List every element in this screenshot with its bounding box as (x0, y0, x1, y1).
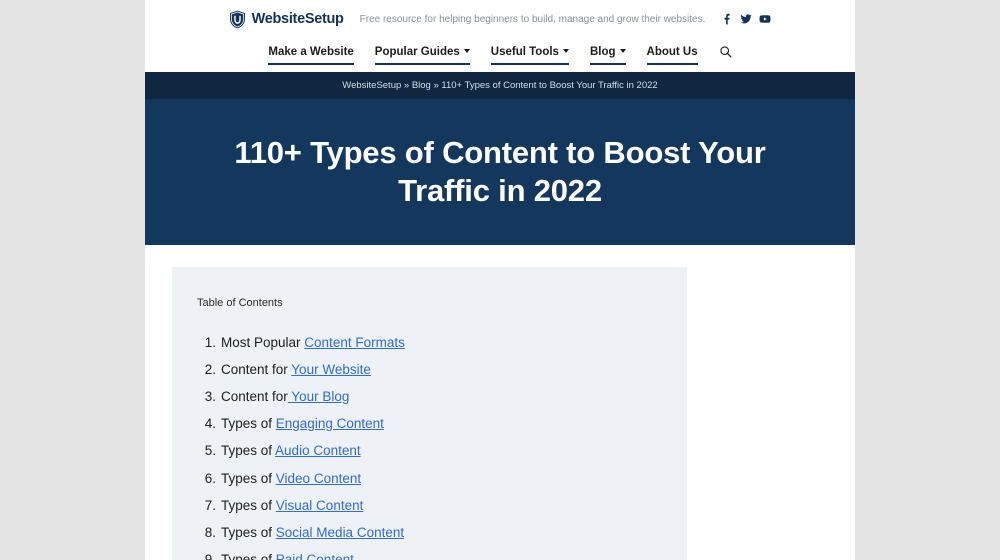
toc-link[interactable]: Engaging Content (276, 416, 384, 431)
toc-link[interactable]: Video Content (276, 471, 361, 486)
page-title: 110+ Types of Content to Boost Your Traf… (234, 134, 766, 208)
nav-item-about-us[interactable]: About Us (646, 45, 698, 65)
list-item[interactable]: 9. Types of Paid Content (172, 547, 687, 560)
search-icon (719, 46, 732, 58)
toc-link[interactable]: Your Website (291, 362, 371, 377)
toc-link[interactable]: Audio Content (275, 443, 361, 458)
table-of-contents: Table of Contents 1. Most Popular Conten… (172, 267, 687, 560)
toc-number: 7. (204, 497, 216, 513)
chevron-down-icon (562, 49, 569, 53)
youtube-icon[interactable] (759, 13, 771, 25)
toc-link[interactable]: Visual Content (276, 498, 364, 513)
toc-number: 1. (204, 334, 216, 350)
toc-prefix: Types of (221, 416, 276, 432)
toc-text: Most Popular Content Formats (221, 334, 405, 352)
toc-link[interactable]: Your Blog (288, 389, 349, 404)
nav-item-make-a-website[interactable]: Make a Website (268, 45, 355, 65)
toc-link[interactable]: Paid Content (276, 552, 354, 560)
toc-prefix: Types of (221, 443, 276, 459)
toc-number: 8. (204, 525, 216, 541)
nav-item-blog[interactable]: Blog (589, 45, 626, 65)
toc-number: 6. (204, 470, 216, 486)
article-body: Table of Contents 1. Most Popular Conten… (145, 245, 855, 560)
hero-banner: 110+ Types of Content to Boost Your Traf… (145, 99, 855, 245)
toc-text: Types of Video Content (221, 470, 361, 488)
main-navigation: Make a Website Popular Guides Useful Too… (145, 38, 855, 72)
nav-label: Useful Tools (490, 45, 559, 58)
toc-number: 4. (204, 416, 216, 432)
toc-prefix: Content for (221, 361, 292, 377)
toc-link[interactable]: Content Formats (304, 335, 405, 350)
nav-item-popular-guides[interactable]: Popular Guides (374, 45, 470, 65)
chevron-down-icon (619, 49, 626, 53)
toc-number: 2. (204, 361, 216, 377)
toc-prefix: Types of (221, 497, 276, 513)
nav-label: Blog (589, 45, 616, 58)
search-button[interactable] (719, 45, 732, 65)
list-item[interactable]: 3. Content for Your Blog (172, 383, 687, 410)
toc-text: Types of Audio Content (221, 442, 361, 460)
toc-text: Content for Your Blog (221, 388, 349, 406)
toc-number: 9. (204, 552, 216, 560)
list-item[interactable]: 6. Types of Video Content (172, 465, 687, 492)
toc-prefix: Types of (221, 470, 276, 486)
social-links (721, 13, 771, 25)
toc-list: 1. Most Popular Content Formats 2. Conte… (172, 329, 687, 560)
nav-label: Make a Website (268, 45, 354, 58)
breadcrumb[interactable]: WebsiteSetup » Blog » 110+ Types of Cont… (342, 80, 657, 91)
toc-text: Types of Engaging Content (221, 415, 384, 433)
list-item[interactable]: 2. Content for Your Website (172, 356, 687, 383)
toc-text: Types of Social Media Content (221, 524, 404, 542)
site-tagline: Free resource for helping beginners to b… (359, 13, 706, 25)
toc-prefix: Types of (221, 525, 276, 541)
breadcrumb-bar: WebsiteSetup » Blog » 110+ Types of Cont… (145, 72, 855, 99)
toc-prefix: Content for (221, 388, 288, 404)
nav-item-useful-tools[interactable]: Useful Tools (490, 45, 570, 65)
nav-label: Popular Guides (374, 45, 460, 58)
facebook-icon[interactable] (721, 13, 733, 25)
chevron-down-icon (463, 49, 470, 53)
logo-text: WebsiteSetup (251, 11, 344, 27)
toc-link[interactable]: Social Media Content (276, 525, 404, 540)
shield-icon (229, 10, 245, 28)
list-item[interactable]: 1. Most Popular Content Formats (172, 329, 687, 356)
twitter-icon[interactable] (740, 13, 753, 25)
toc-text: Types of Visual Content (221, 497, 363, 515)
toc-text: Content for Your Website (221, 361, 371, 379)
toc-text: Types of Paid Content (221, 551, 354, 560)
nav-label: About Us (646, 45, 698, 58)
toc-heading: Table of Contents (197, 297, 283, 309)
site-logo[interactable]: WebsiteSetup (229, 10, 344, 29)
site-header: WebsiteSetup Free resource for helping b… (145, 0, 855, 38)
toc-number: 3. (204, 388, 216, 404)
list-item[interactable]: 8. Types of Social Media Content (172, 520, 687, 547)
toc-prefix: Types of (221, 552, 276, 560)
toc-number: 5. (204, 443, 216, 459)
page-container: WebsiteSetup Free resource for helping b… (145, 0, 855, 560)
toc-prefix: Most Popular (221, 334, 305, 350)
list-item[interactable]: 4. Types of Engaging Content (172, 411, 687, 438)
list-item[interactable]: 5. Types of Audio Content (172, 438, 687, 465)
list-item[interactable]: 7. Types of Visual Content (172, 492, 687, 519)
